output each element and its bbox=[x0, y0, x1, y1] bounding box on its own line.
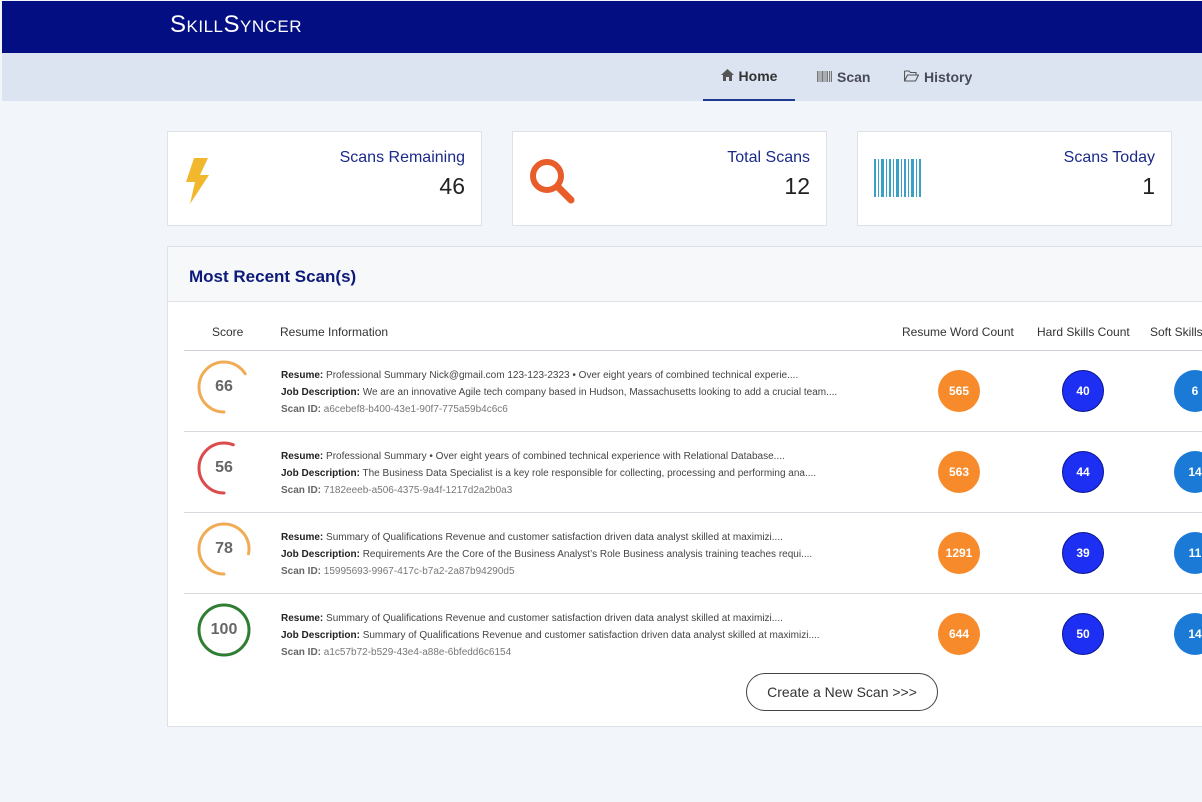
total-scans-card: Total Scans 12 bbox=[512, 131, 827, 226]
column-header-hard-skills: Hard Skills Count bbox=[1037, 325, 1130, 339]
resume-line: Resume: Professional Summary Nick@gmail.… bbox=[281, 370, 799, 381]
stat-value: 1 bbox=[1142, 173, 1155, 199]
scan-id-line: Scan ID: 7182eeeb-a506-4375-9a4f-1217d2a… bbox=[281, 485, 513, 496]
scan-id-line: Scan ID: a1c57b72-b529-43e4-a88e-6bfedd6… bbox=[281, 647, 512, 658]
soft-skills-badge: 6 bbox=[1174, 370, 1202, 412]
nav-history[interactable]: History bbox=[903, 53, 973, 101]
brand-logo[interactable]: SkillSyncer bbox=[170, 11, 302, 39]
nav-home-label: Home bbox=[738, 68, 778, 84]
create-new-scan-button[interactable]: Create a New Scan >>> bbox=[746, 673, 938, 711]
word-count-badge: 565 bbox=[938, 370, 980, 412]
resume-info: Resume: Professional Summary Nick@gmail.… bbox=[281, 367, 881, 418]
column-header-soft-skills: Soft Skills bbox=[1150, 325, 1202, 339]
score-value: 100 bbox=[210, 621, 238, 638]
stat-value: 12 bbox=[784, 173, 810, 199]
soft-skills-badge: 14 bbox=[1174, 613, 1202, 655]
hard-skills-badge: 39 bbox=[1062, 532, 1104, 574]
top-bar: SkillSyncer bbox=[2, 1, 1202, 53]
home-icon bbox=[720, 68, 734, 84]
resume-info: Resume: Summary of Qualifications Revenu… bbox=[281, 529, 881, 580]
job-description-line: Job Description: The Business Data Speci… bbox=[281, 468, 817, 479]
panel-header: Most Recent Scan(s) bbox=[168, 247, 1202, 302]
hard-skills-badge: 40 bbox=[1062, 370, 1104, 412]
table-row[interactable]: 56 Resume: Professional Summary • Over e… bbox=[184, 431, 1202, 512]
stat-value: 46 bbox=[439, 173, 465, 199]
lightning-icon bbox=[184, 158, 210, 209]
scan-id-line: Scan ID: a6cebef8-b400-43e1-90f7-775a59b… bbox=[281, 404, 508, 415]
job-description-line: Job Description: We are an innovative Ag… bbox=[281, 387, 838, 398]
score-value: 56 bbox=[215, 459, 233, 476]
column-header-word-count: Resume Word Count bbox=[902, 325, 1014, 339]
soft-skills-badge: 14 bbox=[1174, 451, 1202, 493]
recent-scans-panel: Most Recent Scan(s) Score Resume Informa… bbox=[167, 246, 1202, 727]
soft-skills-badge: 11 bbox=[1174, 532, 1202, 574]
resume-line: Resume: Summary of Qualifications Revenu… bbox=[281, 613, 783, 624]
scans-today-card: Scans Today 1 bbox=[857, 131, 1172, 226]
hard-skills-badge: 50 bbox=[1062, 613, 1104, 655]
scans-remaining-card: Scans Remaining 46 bbox=[167, 131, 482, 226]
stat-label: Scans Today bbox=[1063, 149, 1155, 166]
score-value: 78 bbox=[215, 540, 233, 557]
score-value: 66 bbox=[215, 378, 233, 395]
folder-open-icon bbox=[903, 69, 920, 85]
job-description-line: Job Description: Summary of Qualificatio… bbox=[281, 630, 820, 641]
resume-info: Resume: Summary of Qualifications Revenu… bbox=[281, 610, 881, 661]
barcode-icon bbox=[874, 159, 922, 202]
nav-scan[interactable]: Scan bbox=[817, 53, 870, 101]
word-count-badge: 563 bbox=[938, 451, 980, 493]
resume-line: Resume: Summary of Qualifications Revenu… bbox=[281, 532, 783, 543]
resume-info: Resume: Professional Summary • Over eigh… bbox=[281, 448, 881, 499]
column-header-resume-info: Resume Information bbox=[280, 325, 389, 339]
search-icon bbox=[528, 157, 576, 210]
barcode-icon bbox=[817, 70, 832, 85]
table-row[interactable]: 100 Resume: Summary of Qualifications Re… bbox=[184, 593, 1202, 674]
table-row[interactable]: 78 Resume: Summary of Qualifications Rev… bbox=[184, 512, 1202, 593]
stat-label: Total Scans bbox=[727, 149, 810, 166]
nav-home[interactable]: Home bbox=[703, 53, 795, 101]
nav-scan-label: Scan bbox=[837, 69, 871, 85]
table-row[interactable]: 66 Resume: Professional Summary Nick@gma… bbox=[184, 350, 1202, 431]
scan-id-line: Scan ID: 15995693-9967-417c-b7a2-2a87b94… bbox=[281, 566, 515, 577]
nav-history-label: History bbox=[924, 69, 973, 85]
word-count-badge: 1291 bbox=[938, 532, 980, 574]
nav-bar: Home Scan History bbox=[2, 53, 1202, 101]
word-count-badge: 644 bbox=[938, 613, 980, 655]
job-description-line: Job Description: Requirements Are the Co… bbox=[281, 549, 813, 560]
resume-line: Resume: Professional Summary • Over eigh… bbox=[281, 451, 785, 462]
column-header-score: Score bbox=[212, 325, 244, 339]
stat-label: Scans Remaining bbox=[339, 149, 465, 166]
hard-skills-badge: 44 bbox=[1062, 451, 1104, 493]
panel-title: Most Recent Scan(s) bbox=[189, 267, 357, 286]
